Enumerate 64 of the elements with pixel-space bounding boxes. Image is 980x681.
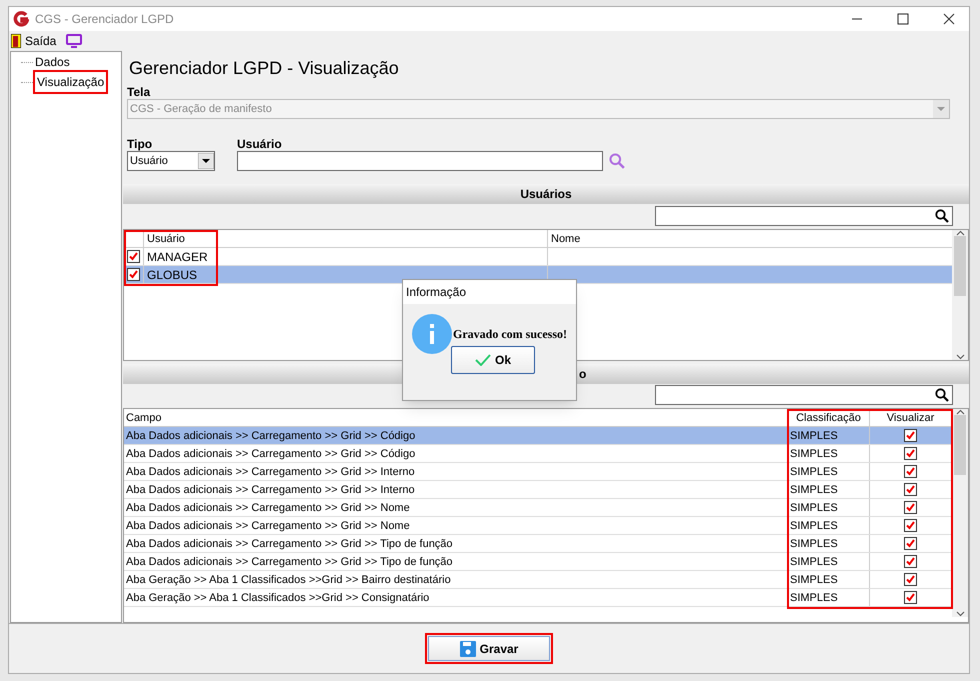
checkbox[interactable]: [127, 268, 140, 281]
checkbox[interactable]: [904, 591, 917, 604]
checkbox[interactable]: [127, 250, 140, 263]
window-title: CGS - Gerenciador LGPD: [35, 11, 174, 28]
save-button[interactable]: Gravar: [428, 636, 550, 661]
scroll-up-icon[interactable]: [956, 409, 964, 415]
section-header: Usuários: [123, 184, 969, 204]
close-icon[interactable]: [943, 13, 955, 25]
checkbox[interactable]: [904, 447, 917, 460]
column-header[interactable]: Nome: [548, 230, 952, 247]
dialog-message: Gravado com sucesso!: [453, 326, 567, 343]
exit-menu-item[interactable]: Saída: [11, 32, 56, 50]
checkbox[interactable]: [904, 501, 917, 514]
ok-button[interactable]: Ok: [451, 346, 535, 374]
info-icon: [412, 314, 452, 354]
checkmark-icon: [474, 354, 491, 366]
caret-icon: [933, 100, 949, 118]
search-field[interactable]: [655, 206, 953, 226]
caret-icon: [198, 153, 214, 169]
type-dropdown[interactable]: Usuário: [127, 151, 215, 171]
table-cell: SIMPLES: [788, 517, 870, 534]
search-icon[interactable]: [935, 388, 949, 402]
tree-item[interactable]: Dados: [33, 54, 72, 70]
table-cell: SIMPLES: [788, 445, 870, 462]
checkbox[interactable]: [904, 483, 917, 496]
table-cell: SIMPLES: [788, 463, 870, 480]
table-cell: SIMPLES: [788, 571, 870, 588]
field-label: Tela: [127, 84, 152, 99]
scroll-down-icon[interactable]: [956, 611, 964, 617]
search-icon[interactable]: [935, 209, 949, 223]
table-cell: SIMPLES: [788, 535, 870, 552]
door-icon: [11, 34, 21, 48]
scrollbar-thumb[interactable]: [954, 415, 966, 475]
field-label: Tipo: [127, 136, 154, 151]
table-cell: SIMPLES: [788, 553, 870, 570]
checkbox[interactable]: [904, 465, 917, 478]
table-cell: SIMPLES: [788, 499, 870, 516]
checkbox[interactable]: [904, 537, 917, 550]
scrollbar[interactable]: [952, 230, 968, 360]
column-header[interactable]: Visualizar: [870, 409, 952, 426]
dialog-title: Informação: [403, 280, 576, 304]
search-field[interactable]: [655, 385, 953, 405]
scrollbar[interactable]: [952, 409, 968, 617]
monitor-icon[interactable]: [66, 34, 82, 48]
scrollbar-thumb[interactable]: [954, 236, 966, 296]
table-cell: SIMPLES: [788, 589, 870, 606]
table-cell[interactable]: GLOBUS: [144, 266, 548, 283]
checkbox[interactable]: [904, 573, 917, 586]
tree-item[interactable]: Visualização: [33, 70, 108, 94]
user-input-field[interactable]: [237, 151, 603, 171]
checkbox[interactable]: [904, 429, 917, 442]
checkbox[interactable]: [904, 555, 917, 568]
app-logo-icon: [13, 11, 29, 27]
scroll-up-icon[interactable]: [956, 230, 964, 236]
table-cell: SIMPLES: [788, 427, 870, 444]
column-header[interactable]: Classificação: [788, 409, 870, 426]
table-cell: SIMPLES: [788, 481, 870, 498]
maximize-icon[interactable]: [897, 13, 909, 25]
field-label: Usuário: [237, 136, 283, 151]
page-title: Gerenciador LGPD - Visualização: [128, 57, 400, 80]
scroll-down-icon[interactable]: [956, 354, 964, 360]
column-header[interactable]: Usuário: [144, 230, 548, 247]
checkbox[interactable]: [904, 519, 917, 532]
column-header[interactable]: Campo: [124, 409, 788, 426]
